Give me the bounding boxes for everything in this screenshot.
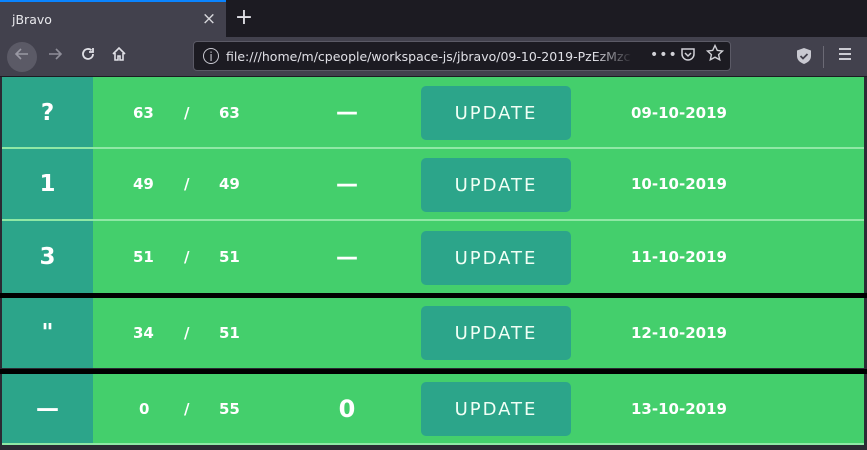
list-item: — 0 / 55 0 UPDATE 13-10-2019 <box>2 374 864 443</box>
reload-icon[interactable] <box>73 42 103 72</box>
close-icon[interactable]: × <box>200 10 218 28</box>
count-current: 0 <box>139 399 150 418</box>
row-ident: " <box>2 298 93 368</box>
pocket-icon[interactable] <box>680 46 696 66</box>
update-button[interactable]: UPDATE <box>421 382 571 436</box>
info-icon[interactable]: i <box>203 48 219 64</box>
page-actions-icon[interactable]: ••• <box>650 47 678 63</box>
home-icon[interactable] <box>104 42 134 72</box>
navigation-toolbar: i file:///home/m/cpeople/workspace-js/jb… <box>0 37 867 77</box>
row-date: 11-10-2019 <box>631 248 727 266</box>
browser-tab[interactable]: jBravo × <box>0 0 226 37</box>
list-item: 3 51 / 51 — UPDATE 11-10-2019 <box>2 219 864 293</box>
new-tab-icon[interactable]: + <box>234 7 254 29</box>
count-separator: / <box>184 399 190 418</box>
update-button[interactable]: UPDATE <box>421 231 571 285</box>
star-icon[interactable] <box>705 43 725 67</box>
status-mark: — <box>336 171 358 197</box>
count-current: 49 <box>133 175 154 193</box>
update-button[interactable]: UPDATE <box>421 158 571 212</box>
row-ident: 3 <box>2 221 93 293</box>
url-text[interactable]: file:///home/m/cpeople/workspace-js/jbra… <box>226 48 631 66</box>
arrow-left-icon[interactable] <box>7 42 37 72</box>
row-date: 10-10-2019 <box>631 175 727 193</box>
row-date: 13-10-2019 <box>631 399 727 418</box>
status-mark: 0 <box>338 394 356 423</box>
row-date: 12-10-2019 <box>631 324 727 342</box>
count-separator: / <box>184 324 190 342</box>
row-ident: — <box>2 374 93 443</box>
count-total: 55 <box>219 399 240 418</box>
row-ident: ? <box>2 77 93 148</box>
tab-title: jBravo <box>12 12 52 27</box>
count-current: 34 <box>133 324 154 342</box>
row-ident: 1 <box>2 149 93 219</box>
list-item: 1 49 / 49 — UPDATE 10-10-2019 <box>2 147 864 219</box>
count-total: 51 <box>219 248 240 266</box>
status-mark: — <box>336 244 358 270</box>
hamburger-menu-icon[interactable] <box>833 43 857 71</box>
update-button[interactable]: UPDATE <box>421 306 571 360</box>
count-total: 63 <box>219 103 240 122</box>
count-separator: / <box>184 103 190 122</box>
count-separator: / <box>184 175 190 193</box>
count-total: 49 <box>219 175 240 193</box>
count-current: 51 <box>133 248 154 266</box>
tab-strip: jBravo × + <box>0 0 867 37</box>
status-mark <box>322 298 372 368</box>
shield-icon[interactable] <box>794 47 814 67</box>
url-fade <box>594 42 634 70</box>
list-item: " 34 / 51 UPDATE 12-10-2019 <box>2 298 864 368</box>
count-separator: / <box>184 248 190 266</box>
arrow-right-icon[interactable] <box>40 42 70 72</box>
row-date: 09-10-2019 <box>631 103 727 122</box>
status-mark: — <box>336 100 358 125</box>
bottom-border <box>2 443 864 445</box>
update-button[interactable]: UPDATE <box>421 86 571 140</box>
count-total: 51 <box>219 324 240 342</box>
toolbar-divider <box>823 46 824 68</box>
url-bar[interactable]: i file:///home/m/cpeople/workspace-js/jb… <box>193 41 731 71</box>
list-item: ? 63 / 63 — UPDATE 09-10-2019 <box>2 77 864 148</box>
count-current: 63 <box>133 103 154 122</box>
